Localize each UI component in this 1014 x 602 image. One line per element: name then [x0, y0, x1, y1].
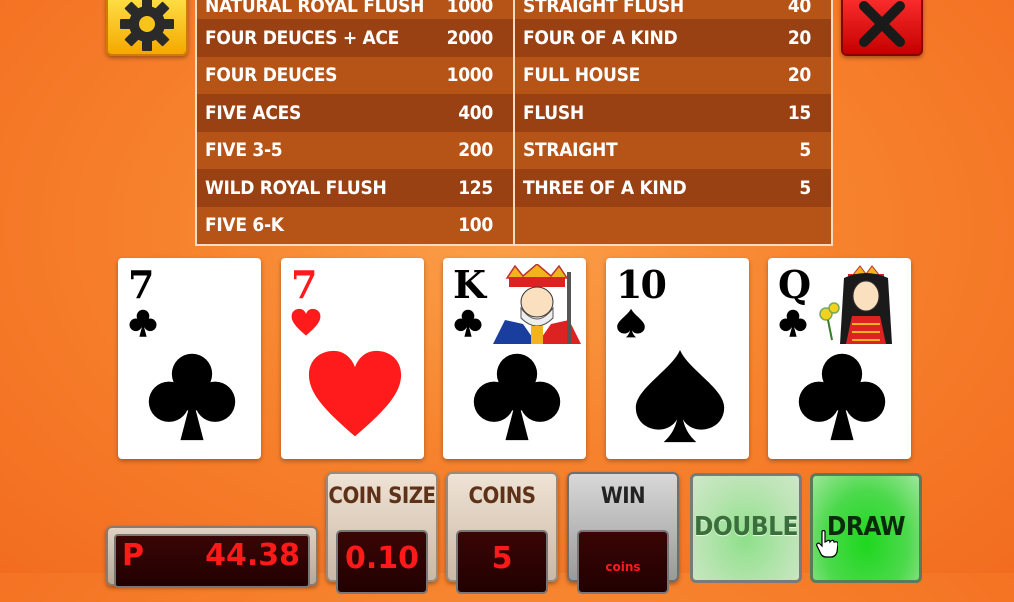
- paytable-row: THREE OF A KIND 5: [515, 169, 831, 207]
- hand-name: STRAIGHT FLUSH: [523, 0, 684, 17]
- credits-prefix: P: [122, 538, 144, 573]
- card-5[interactable]: Q: [768, 258, 911, 459]
- close-button[interactable]: [841, 0, 923, 56]
- hand-pay: 100: [458, 214, 493, 237]
- hand-pay: 400: [458, 101, 493, 124]
- paytable-row: [515, 206, 831, 244]
- hand-name: FOUR DEUCES + ACE: [205, 26, 400, 49]
- paytable-row: FOUR DEUCES + ACE 2000: [197, 19, 513, 57]
- hand-name: WILD ROYAL FLUSH: [205, 176, 387, 199]
- card-rank: Q: [778, 262, 811, 307]
- coins-value: 5: [456, 530, 548, 594]
- club-icon: [128, 308, 158, 338]
- paytable-row: FOUR OF A KIND 20: [515, 19, 831, 57]
- club-icon: [453, 308, 483, 338]
- win-label: WIN: [600, 484, 646, 509]
- hand-name: FIVE 3-5: [205, 139, 283, 162]
- paytable-row: NATURAL ROYAL FLUSH 1000: [197, 0, 513, 20]
- double-label: DOUBLE: [693, 512, 799, 542]
- card-rank: K: [453, 262, 486, 307]
- club-icon: [794, 348, 890, 444]
- hand-name: THREE OF A KIND: [523, 176, 687, 199]
- hand-pay: 1000: [446, 64, 494, 87]
- paytable-row: FLUSH 15: [515, 94, 831, 132]
- spade-icon: [632, 348, 728, 444]
- club-icon: [144, 348, 240, 444]
- hand-name: FOUR DEUCES: [205, 64, 338, 87]
- paytable-row: FIVE 6-K 100: [197, 206, 513, 244]
- club-icon: [778, 308, 808, 338]
- card-rank: 7: [128, 262, 154, 307]
- paytable-row: FOUR DEUCES 1000: [197, 56, 513, 95]
- paytable-row: FIVE 3-5 200: [197, 131, 513, 170]
- hand-pay: 125: [458, 176, 493, 199]
- club-icon: [469, 348, 565, 444]
- paytable-row: WILD ROYAL FLUSH 125: [197, 169, 513, 207]
- gear-icon: [120, 0, 174, 51]
- hand-name: FOUR OF A KIND: [523, 26, 678, 49]
- card-2[interactable]: 7: [281, 258, 424, 459]
- coin-size-label: COIN SIZE: [328, 484, 436, 509]
- hand-pay: 5: [799, 176, 811, 199]
- hand-cursor-icon: [816, 530, 838, 558]
- credits-value: 44.38: [205, 538, 300, 573]
- paytable-row: FIVE ACES 400: [197, 94, 513, 132]
- coins-panel[interactable]: COINS 5: [446, 472, 558, 594]
- coin-size-panel[interactable]: COIN SIZE 0.10: [326, 472, 438, 594]
- double-button[interactable]: DOUBLE: [690, 473, 802, 583]
- paytable-row: FULL HOUSE 20: [515, 56, 831, 95]
- hand-name: FLUSH: [523, 101, 584, 124]
- paytable-row: STRAIGHT 5: [515, 131, 831, 170]
- queen-portrait-icon: [816, 264, 908, 344]
- card-1[interactable]: 7: [118, 258, 261, 459]
- hand-pay: 5: [799, 139, 811, 162]
- card-rank: 7: [291, 262, 317, 307]
- win-value: coins: [577, 530, 669, 594]
- king-portrait-icon: [491, 264, 583, 344]
- card-3[interactable]: K: [443, 258, 586, 459]
- hand-name: FIVE ACES: [205, 101, 301, 124]
- hand-pay: 1000: [446, 0, 494, 17]
- hand-pay: 40: [787, 0, 811, 17]
- coin-size-value: 0.10: [336, 530, 428, 594]
- hand-pay: 20: [787, 64, 811, 87]
- settings-button[interactable]: [106, 0, 188, 56]
- hand-name: FULL HOUSE: [523, 64, 640, 87]
- paytable-row: STRAIGHT FLUSH 40: [515, 0, 831, 20]
- heart-icon: [307, 348, 403, 444]
- paytable-left-column: NATURAL ROYAL FLUSH 1000 FOUR DEUCES + AC…: [197, 0, 513, 244]
- heart-icon: [291, 308, 321, 338]
- hand-pay: 20: [787, 26, 811, 49]
- win-panel: WIN coins: [567, 472, 679, 594]
- credits-panel: P 44.38: [106, 526, 318, 588]
- paytable: NATURAL ROYAL FLUSH 1000 FOUR DEUCES + AC…: [195, 0, 833, 246]
- spade-icon: [616, 308, 646, 338]
- draw-button[interactable]: DRAW: [810, 473, 922, 583]
- paytable-right-column: STRAIGHT FLUSH 40 FOUR OF A KIND 20 FULL H…: [513, 0, 831, 244]
- credits-display: P 44.38: [114, 534, 310, 588]
- hand-pay: 15: [787, 101, 811, 124]
- hand-name: NATURAL ROYAL FLUSH: [205, 0, 425, 17]
- hand-name: FIVE 6-K: [205, 214, 284, 237]
- hand-pay: 2000: [446, 26, 494, 49]
- hand-name: STRAIGHT: [523, 139, 618, 162]
- hand-pay: 200: [458, 139, 493, 162]
- close-icon: [859, 1, 905, 47]
- coins-label: COINS: [468, 484, 536, 509]
- card-4[interactable]: 10: [606, 258, 749, 459]
- card-rank: 10: [616, 262, 667, 307]
